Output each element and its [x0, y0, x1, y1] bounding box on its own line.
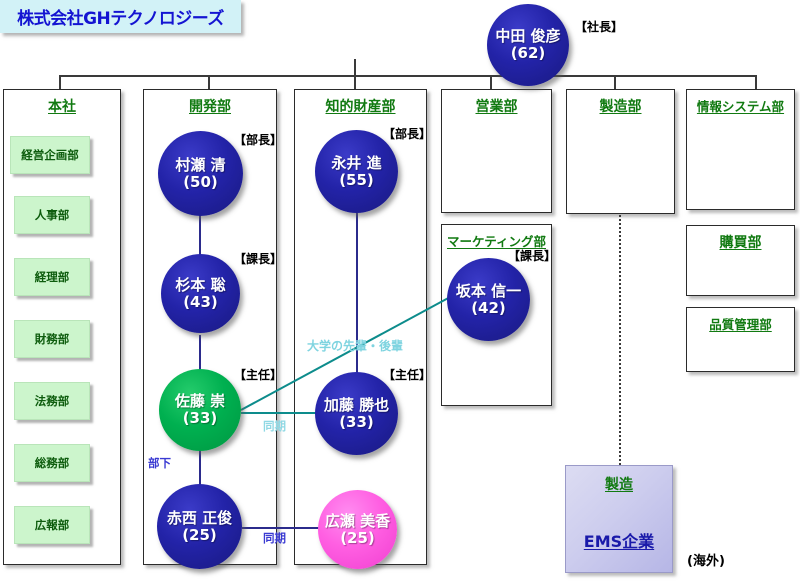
person-akanishi[interactable]: 赤西 正俊 (25)	[157, 484, 242, 569]
tree-drop-chizai	[354, 75, 356, 89]
role-tag-sugimoto: 【課長】	[234, 252, 283, 266]
sub-dept-label: 経営企画部	[21, 148, 79, 162]
sub-dept-label: 法務部	[34, 394, 70, 408]
person-age: (33)	[182, 409, 218, 427]
dept-box-seizo[interactable]: 製造部	[566, 89, 675, 214]
person-nagai[interactable]: 永井 進 (55)	[315, 130, 398, 213]
tree-drop-seizo	[614, 75, 616, 89]
person-name: 坂本 信一	[455, 281, 522, 300]
line-seizo-ems-dotted	[619, 215, 621, 465]
person-kato[interactable]: 加藤 勝也 (33)	[315, 372, 398, 455]
sub-dept-label: 財務部	[34, 332, 70, 346]
dept-box-eigyo[interactable]: 営業部	[441, 89, 552, 213]
person-name: 広瀬 美香	[324, 511, 391, 530]
person-age: (25)	[182, 525, 217, 544]
tree-distribution-bar	[59, 75, 756, 77]
person-hirose[interactable]: 広瀬 美香 (25)	[318, 490, 397, 569]
person-name: 中田 俊彦	[495, 27, 561, 46]
person-age: (50)	[183, 172, 218, 191]
dept-title-hinshitsu: 品質管理部	[709, 317, 772, 332]
relation-label-senpai-kohai: 大学の先輩・後輩	[307, 339, 404, 353]
person-age: (42)	[471, 298, 506, 317]
role-tag-nagai: 【部長】	[383, 127, 432, 141]
role-tag-murase: 【部長】	[234, 133, 283, 147]
tree-drop-honsha	[59, 75, 61, 89]
person-name: 杉本 聡	[175, 275, 226, 294]
role-tag-kato: 【主任】	[383, 368, 432, 382]
company-title-banner: 株式会社GHテクノロジーズ	[0, 0, 241, 33]
person-name: 佐藤 崇	[174, 392, 226, 411]
line-murase-sugimoto	[199, 215, 201, 255]
dept-title-chizai: 知的財産部	[325, 99, 396, 115]
sub-dept-somu[interactable]: 総務部	[14, 444, 90, 482]
person-sakamoto[interactable]: 坂本 信一 (42)	[447, 258, 530, 341]
sub-dept-label: 広報部	[34, 518, 70, 532]
tree-drop-joho	[755, 75, 757, 89]
dept-box-joho-system[interactable]: 情報システム部	[686, 89, 795, 210]
dept-box-hinshitsu[interactable]: 品質管理部	[686, 307, 795, 372]
sub-dept-label: 人事部	[34, 208, 70, 222]
person-murase[interactable]: 村瀬 清 (50)	[158, 131, 243, 216]
tree-drop-eigyo	[490, 75, 492, 89]
ems-name: EMS企業	[583, 532, 655, 551]
sub-dept-label: 総務部	[34, 456, 70, 470]
relation-label-buka: 部下	[148, 456, 171, 470]
dept-title-eigyo: 営業部	[475, 99, 518, 115]
relation-label-douki-lower: 同期	[263, 531, 286, 545]
tree-drop-kaihatsu	[208, 75, 210, 89]
sub-dept-zaimu[interactable]: 財務部	[14, 320, 90, 358]
person-age: (33)	[339, 412, 374, 431]
person-name: 永井 進	[331, 153, 382, 172]
sub-dept-homu[interactable]: 法務部	[14, 382, 90, 420]
person-sugimoto[interactable]: 杉本 聡 (43)	[161, 254, 240, 333]
person-ceo[interactable]: 中田 俊彦 (62)	[487, 4, 569, 86]
role-tag-sato: 【主任】	[234, 368, 283, 382]
dept-title-kaihatsu: 開発部	[189, 99, 231, 115]
person-age: (43)	[183, 292, 218, 311]
person-name: 加藤 勝也	[323, 395, 390, 414]
dept-title-joho-system: 情報システム部	[696, 99, 785, 114]
person-name: 赤西 正俊	[166, 508, 233, 527]
sub-dept-label: 経理部	[34, 270, 70, 284]
dept-title-seizo: 製造部	[599, 99, 642, 115]
role-tag-sakamoto: 【課長】	[508, 249, 557, 263]
ems-heading: 製造	[605, 477, 633, 493]
relation-label-douki-upper: 同期	[263, 419, 286, 433]
dept-title-kobai: 購買部	[719, 235, 762, 251]
sub-dept-keiri[interactable]: 経理部	[14, 258, 90, 296]
dept-box-kobai[interactable]: 購買部	[686, 225, 795, 296]
role-tag-ceo: 【社長】	[575, 20, 624, 34]
ems-company-box[interactable]: 製造 EMS企業	[565, 465, 673, 573]
person-age: (25)	[340, 528, 375, 547]
company-title-text: 株式会社GHテクノロジーズ	[17, 9, 224, 29]
person-sato[interactable]: 佐藤 崇 (33)	[159, 369, 241, 451]
org-chart: 株式会社GHテクノロジーズ 中田 俊彦 (62) 【社長】 本社 経営企画部 人…	[0, 0, 800, 583]
sub-dept-koho[interactable]: 広報部	[14, 506, 90, 544]
person-age: (62)	[510, 44, 546, 62]
sub-dept-keiei-kikaku[interactable]: 経営企画部	[10, 136, 90, 174]
person-age: (55)	[339, 170, 374, 189]
ems-overseas-note: (海外)	[687, 554, 725, 569]
tree-trunk-vertical	[354, 59, 356, 76]
dept-title-honsha: 本社	[48, 99, 76, 115]
sub-dept-jinji[interactable]: 人事部	[14, 196, 90, 234]
line-sugimoto-sato	[199, 335, 201, 371]
person-name: 村瀬 清	[175, 155, 226, 174]
